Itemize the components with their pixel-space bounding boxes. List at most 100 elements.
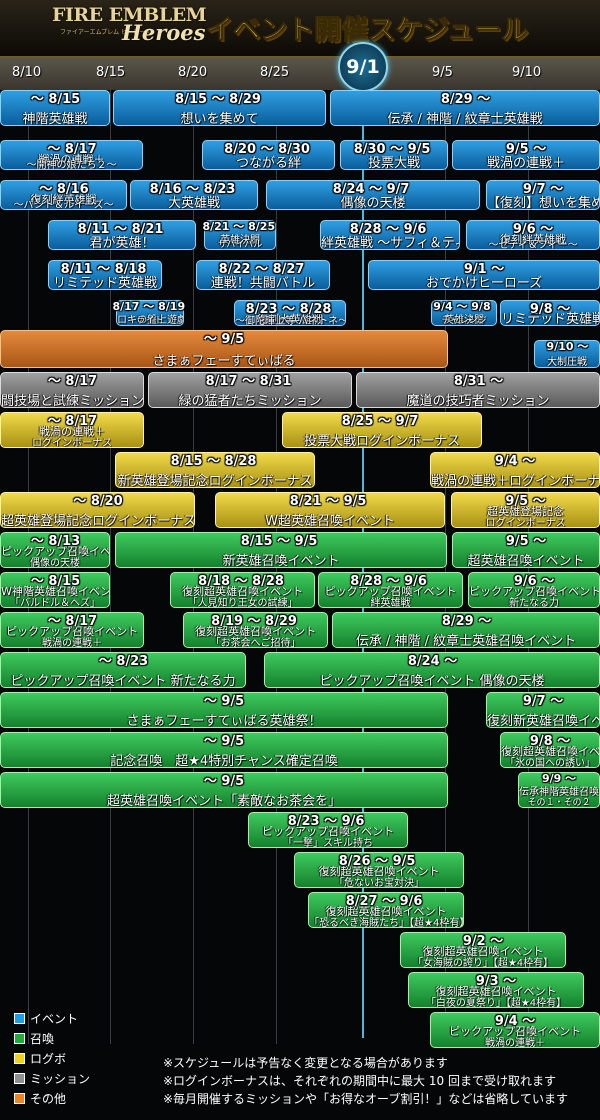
event-period: 9/1 ～ (463, 262, 505, 277)
event-period: 8/20 ～ 8/30 (224, 142, 310, 157)
event-name-line2: ログインボーナス (485, 518, 566, 528)
event-name: 想いを集めて (180, 112, 259, 126)
legend-item: ミッション (14, 1068, 90, 1088)
event-period: 8/16 ～ 8/23 (149, 182, 236, 197)
event-period: 8/24 ～ (407, 654, 458, 669)
event-name: 戦渦の連戦＋ログインボーナス (431, 474, 600, 488)
event-period: ～ 8/16 (39, 182, 89, 197)
event-name-line2: ログインボーナス (32, 438, 112, 448)
swatch-icon (14, 1032, 25, 1044)
fire-emblem-heroes-logo: FIRE EMBLEM ファイアーエムブレム ヒーローズ Heroes (52, 4, 207, 54)
event-period: 8/17 ～ 8/31 (205, 374, 292, 389)
swatch-icon (14, 1092, 25, 1104)
legend: イベント 召喚 ログボ ミッション その他 (14, 1008, 90, 1108)
event-period: 8/15 ～ 8/28 (170, 454, 257, 469)
event-name-line2: 戦渦の連戦＋ (42, 638, 102, 648)
note-line: ※スケジュールは予告なく変更となる場合があります (163, 1056, 448, 1070)
event-period: 8/27 ～ 9/6 (345, 894, 423, 909)
date-label: 8/20 (178, 65, 208, 80)
event-period: 9/4 ～ (494, 454, 536, 469)
event-name: ピックアップ召喚イベント 新たなる力 (10, 674, 236, 688)
note-line: ※ログインボーナスは、それぞれの期間中に最大 10 回まで受け取れます (163, 1074, 556, 1088)
event-name: 伝承 / 神階 / 紋章士英雄戦 (387, 112, 543, 126)
event-period: 8/26 ～ 9/5 (338, 854, 416, 869)
event-name-line2: 新たなる力 (509, 598, 559, 608)
event-name: 闘技場と試練ミッション (1, 394, 144, 408)
date-axis: 8/10 8/15 8/20 8/25 9/5 9/10 (0, 58, 600, 90)
swatch-icon (14, 1012, 25, 1024)
logo-line3: Heroes (122, 20, 206, 45)
event-period: 8/28 ～ 9/6 (350, 574, 427, 589)
event-period: ～ 8/13 (30, 534, 81, 549)
event-period: 8/21 ～ 8/25 (202, 220, 276, 233)
event-period: 8/23 ～ 8/28 (245, 302, 332, 317)
notes: ※スケジュールは予告なく変更となる場合があります ※ログインボーナスは、それぞれ… (163, 1054, 568, 1108)
event-period: 9/10 ～ (546, 340, 589, 353)
event-period: 8/22 ～ 8/27 (218, 262, 305, 277)
event-name-line2: ～パント＆ルイーズ～ (13, 200, 114, 210)
note-line: ※毎月開催するミッションや「お得なオーブ割引！」などは省略しています (163, 1092, 568, 1106)
event-period: 8/28 ～ 9/6 (349, 222, 427, 237)
event-name-line2: 「人見知り王女の試練」 (187, 598, 298, 608)
legend-label: ログボ (30, 1051, 67, 1066)
event-name-line2: 絆英雄戦 (370, 598, 411, 608)
event-period: 9/4 ～ 9/8 (433, 300, 491, 313)
event-period: 8/15 ～ 9/5 (240, 534, 318, 549)
event-name: 魔道の技巧者ミッション (406, 394, 550, 408)
header: FIRE EMBLEM ファイアーエムブレム ヒーローズ Heroes イベント… (0, 0, 600, 58)
event-period: ～ 9/5 (203, 774, 245, 789)
event-name: 記念召喚 超★4特別チャンス確定召喚 (110, 754, 338, 768)
event-name: 超英雄登場記念ログインボーナス (1, 514, 195, 528)
event-period: 8/17 ～ 8/19 (112, 300, 186, 313)
event-period: 9/6 ～ (513, 574, 555, 589)
event-name: 投票大戦ログインボーナス (303, 434, 460, 448)
event-period: ～ 8/17 (47, 374, 98, 389)
event-period: 8/15 ～ 8/29 (175, 92, 261, 107)
event-period: 9/4 ～ (494, 1014, 536, 1029)
event-name-line2: ライト (136, 316, 164, 326)
event-name-line2: チャレンジ (441, 316, 487, 326)
event-period: ～ 9/5 (203, 694, 245, 709)
event-name: 緑の猛者たちミッション (178, 394, 322, 408)
legend-label: 召喚 (30, 1031, 55, 1046)
event-name-line2: 「恐るべき海賊たち」【超★4枠有】 (309, 918, 464, 928)
event-period: 9/5 ～ (505, 494, 546, 509)
event-name-line2: 「氷の国への誘い」 (505, 758, 595, 768)
event-name-line2: 「一撃」スキル持ち (283, 838, 373, 848)
event-period: 8/25 ～ 9/7 (341, 414, 419, 429)
event-period: 8/19 ～ 8/29 (211, 614, 297, 629)
event-name-line2: 「白夜の夏祭り」【超★4枠有】 (425, 998, 567, 1008)
event-period: ～ 8/17 (47, 414, 98, 429)
event-period: 8/11 ～ 8/18 (60, 262, 147, 277)
event-name: 復刻新英雄召喚イベント (487, 714, 599, 728)
event-name-line2: 「お茶会へご招待」 (210, 638, 301, 648)
event-name: 神階英雄戦 (22, 112, 88, 126)
event-name-line2: 偶像の天楼 (30, 558, 80, 568)
event-name-line2: その１・その２ (527, 798, 591, 808)
legend-item: その他 (14, 1088, 90, 1108)
event-name-line2: ～開神の娘たち２～ (26, 160, 117, 170)
event-period: 9/7 ～ (522, 182, 564, 197)
event-name-line2: 戦渦の連戦＋ (485, 1038, 545, 1048)
date-label: 9/10 (512, 65, 542, 80)
event-period: ～ 8/15 (30, 574, 81, 589)
event-name-line2: 「危ないお宝対決」 (334, 878, 424, 888)
event-name: 伝承 / 神階 / 紋章士英雄召喚イベント (355, 634, 577, 648)
swatch-icon (14, 1052, 25, 1064)
event-period: ～ 8/23 (98, 654, 149, 669)
event-period: 9/7 ～ (522, 694, 564, 709)
event-name: W超英雄召喚イベント (265, 514, 395, 528)
event-period: ～ 8/20 (73, 494, 123, 509)
event-name: さまぁフェーすてぃばる英雄祭！ (126, 714, 322, 728)
event-period: 8/21 ～ 9/5 (289, 494, 367, 509)
legend-item: 召喚 (14, 1028, 90, 1048)
date-label: 9/5 (432, 65, 453, 80)
event-period: 9/3 ～ (475, 974, 517, 989)
event-period: 8/30 ～ 9/5 (353, 142, 431, 157)
event-name-line2: 「女海賊の誇り」【超★4枠有】 (412, 958, 554, 968)
event-name-line2: 「バルドル＆ヘズ」 (10, 598, 100, 608)
event-period: ～ 9/5 (203, 332, 245, 347)
page-title: イベント開催スケジュール (205, 15, 529, 47)
event-period: 8/24 ～ 9/7 (332, 182, 410, 197)
event-period: 9/8 ～ (529, 734, 571, 749)
